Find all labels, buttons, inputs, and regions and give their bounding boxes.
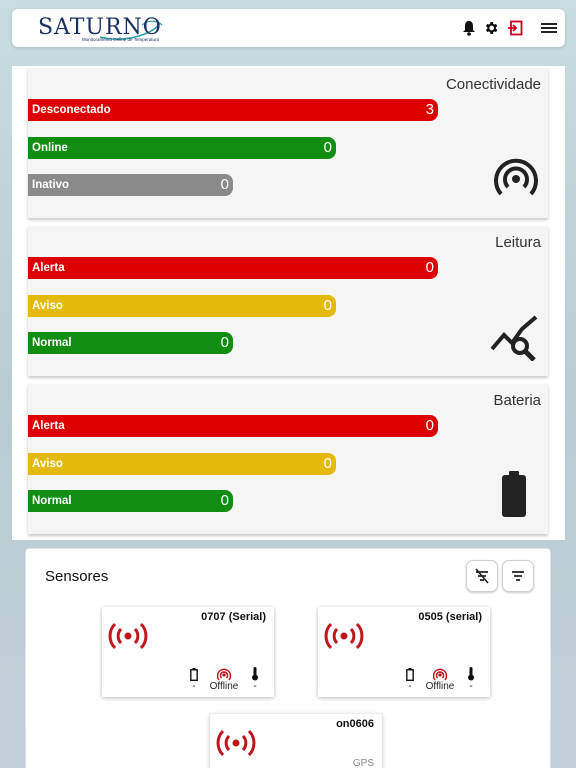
bar-warning[interactable]: Aviso 0 — [28, 295, 336, 317]
filter-button[interactable] — [502, 560, 534, 592]
battery-card[interactable]: Bateria Alerta 0 Aviso 0 Normal 0 — [28, 384, 548, 534]
logout-icon[interactable] — [506, 19, 524, 37]
bar-inactive[interactable]: Inativo 0 — [28, 174, 233, 196]
thermometer-icon — [464, 667, 478, 681]
bar-value: 0 — [323, 455, 332, 472]
bar-label: Normal — [32, 337, 72, 349]
battery-icon — [402, 667, 418, 681]
card-title: Conectividade — [445, 76, 541, 93]
temperature-status: - — [464, 667, 478, 692]
battery-status: - — [186, 667, 202, 692]
sensor-name: 0707 (Serial) — [201, 611, 266, 623]
sensor-card-on0606[interactable]: on0606 GPS — [210, 714, 382, 768]
signal-small-icon — [206, 667, 242, 681]
signal-icon — [494, 157, 538, 206]
bar-value: 0 — [323, 139, 332, 156]
clear-filter-button[interactable] — [466, 560, 498, 592]
bar-warning[interactable]: Aviso 0 — [28, 453, 336, 475]
sensors-panel: Sensores 0707 (Serial) - Offline - 0505 … — [25, 548, 551, 768]
sensor-name: 0505 (serial) — [418, 611, 482, 623]
connectivity-card[interactable]: Conectividade Desconectado 3 Online 0 In… — [28, 68, 548, 218]
bar-label: Inativo — [32, 179, 70, 191]
logo-subtitle: Monitoramento Online de Temperatura — [82, 37, 159, 42]
sensor-card-0505[interactable]: 0505 (serial) - Offline - — [318, 607, 490, 697]
bell-icon[interactable] — [460, 19, 478, 37]
bar-label: Online — [32, 142, 68, 154]
thermometer-icon — [248, 667, 262, 681]
summary-panel: Conectividade Desconectado 3 Online 0 In… — [12, 66, 565, 540]
bar-alert[interactable]: Alerta 0 — [28, 257, 438, 279]
temperature-value: - — [469, 681, 473, 692]
filter-icon — [512, 571, 524, 581]
bar-value: 0 — [220, 492, 229, 509]
sensors-title: Sensores — [45, 568, 109, 585]
gear-icon[interactable] — [482, 19, 500, 37]
saturno-logo[interactable]: SATURNO Monitoramento Online de Temperat… — [38, 13, 168, 45]
battery-value: - — [408, 681, 412, 692]
bar-value: 3 — [425, 101, 434, 118]
signal-alert-icon — [216, 728, 256, 763]
connection-status: Offline — [206, 667, 242, 692]
battery-icon — [502, 471, 526, 522]
bar-label: Desconectado — [32, 104, 111, 116]
card-title: Bateria — [493, 392, 541, 409]
bar-online[interactable]: Online 0 — [28, 137, 336, 159]
signal-small-icon — [422, 667, 458, 681]
battery-value: - — [192, 681, 196, 692]
bar-value: 0 — [425, 259, 434, 276]
chart-search-icon — [490, 315, 538, 366]
bar-label: Alerta — [32, 420, 65, 432]
battery-status: - — [402, 667, 418, 692]
signal-alert-icon — [108, 621, 148, 656]
bar-normal[interactable]: Normal 0 — [28, 332, 233, 354]
bar-value: 0 — [220, 334, 229, 351]
connection-value: Offline — [425, 681, 455, 692]
clear-filter-icon — [475, 568, 489, 584]
reading-card[interactable]: Leitura Alerta 0 Aviso 0 Normal 0 — [28, 226, 548, 376]
connection-status: Offline — [422, 667, 458, 692]
bar-alert[interactable]: Alerta 0 — [28, 415, 438, 437]
bar-label: Normal — [32, 495, 72, 507]
bar-label: Alerta — [32, 262, 65, 274]
bar-label: Aviso — [32, 300, 63, 312]
sensor-name: on0606 — [336, 718, 374, 730]
sensor-card-0707[interactable]: 0707 (Serial) - Offline - — [102, 607, 274, 697]
bar-label: Aviso — [32, 458, 63, 470]
connection-value: Offline — [209, 681, 239, 692]
bar-value: 0 — [425, 417, 434, 434]
bar-value: 0 — [220, 176, 229, 193]
battery-icon — [186, 667, 202, 681]
menu-icon[interactable] — [540, 19, 558, 37]
app-header: SATURNO Monitoramento Online de Temperat… — [12, 9, 565, 47]
signal-alert-icon — [324, 621, 364, 656]
bar-disconnected[interactable]: Desconectado 3 — [28, 99, 438, 121]
gps-label: GPS — [352, 758, 374, 768]
card-title: Leitura — [495, 234, 541, 251]
bar-value: 0 — [323, 297, 332, 314]
bar-normal[interactable]: Normal 0 — [28, 490, 233, 512]
temperature-value: - — [253, 681, 257, 692]
temperature-status: - — [248, 667, 262, 692]
